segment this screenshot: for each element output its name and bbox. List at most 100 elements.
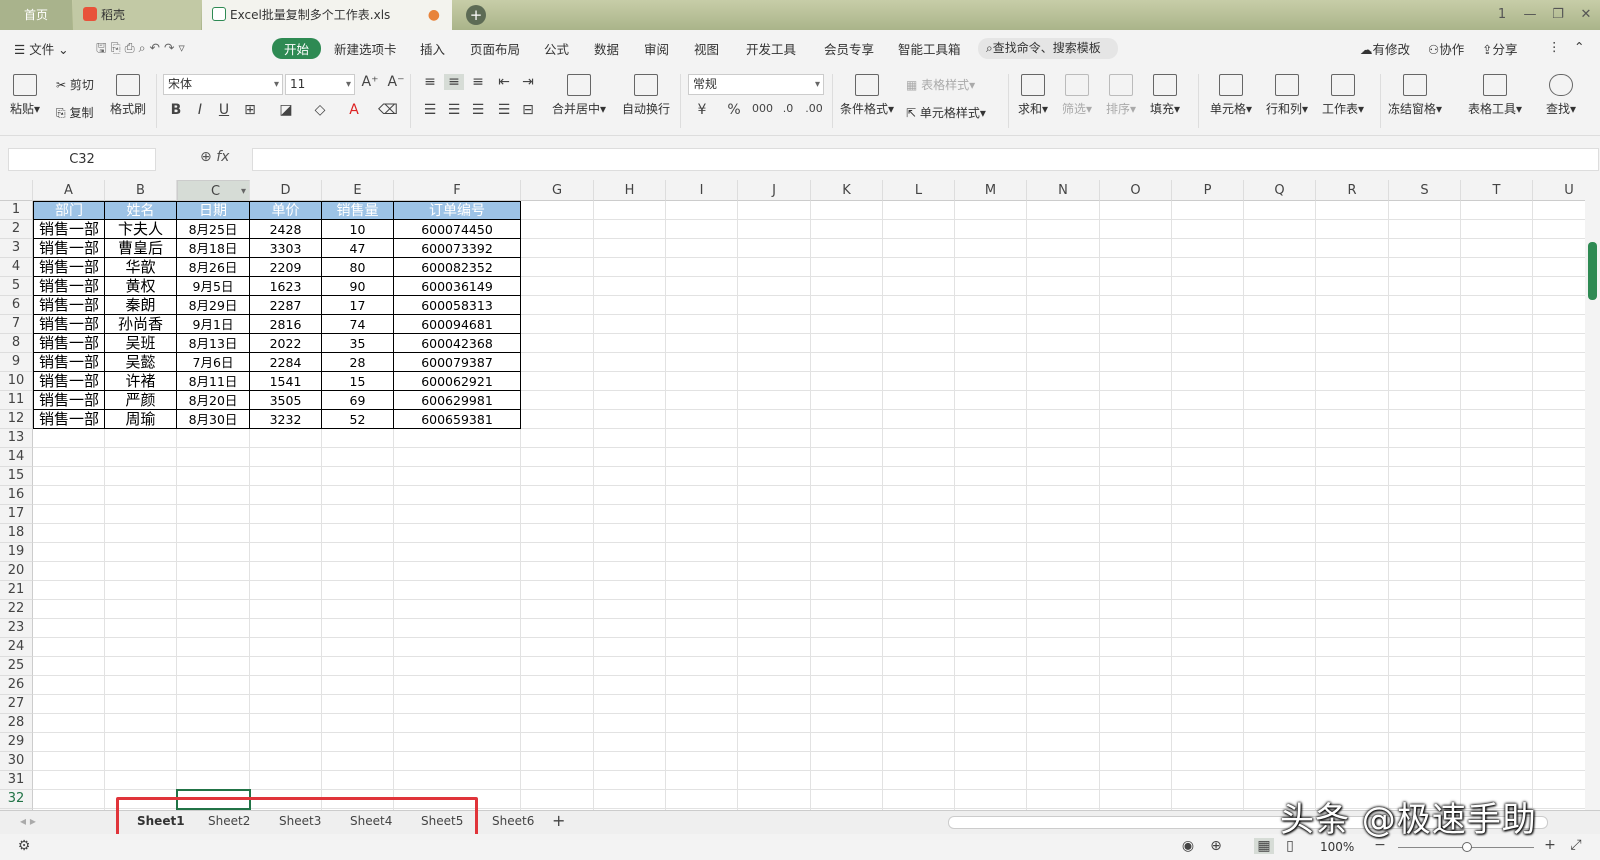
collapse-ribbon-icon[interactable]: ⌃ [1574, 39, 1584, 54]
vertical-scrollbar[interactable] [1585, 180, 1600, 810]
tab-document[interactable]: Excel批量复制多个工作表.xls ● [202, 0, 452, 30]
table-cell[interactable]: 卞夫人 [105, 220, 177, 239]
table-cell[interactable]: 600074450 [394, 220, 521, 239]
row-header-29[interactable]: 29 [0, 733, 33, 752]
new-tab-button[interactable]: + [466, 5, 486, 25]
table-cell[interactable]: 曹皇后 [105, 239, 177, 258]
table-cell[interactable]: 3505 [250, 391, 322, 410]
zoom-in-icon[interactable]: + [1540, 837, 1560, 853]
row-header-25[interactable]: 25 [0, 657, 33, 676]
table-cell[interactable]: 严颜 [105, 391, 177, 410]
column-header-N[interactable]: N [1027, 180, 1100, 201]
align-middle-icon[interactable]: ≡ [444, 74, 464, 90]
menu-tab-member[interactable]: 会员专享 [824, 39, 874, 58]
table-cell[interactable]: 47 [322, 239, 394, 258]
table-cell[interactable]: 2428 [250, 220, 322, 239]
column-header-R[interactable]: R [1316, 180, 1389, 201]
table-cell[interactable]: 华歆 [105, 258, 177, 277]
cells-button[interactable]: 单元格▾ [1210, 74, 1252, 117]
tab-home[interactable]: 首页 [0, 0, 72, 30]
table-header-cell[interactable]: 销售量 [322, 201, 394, 220]
table-cell[interactable]: 8月20日 [177, 391, 250, 410]
menu-tab-view[interactable]: 视图 [694, 39, 719, 58]
table-cell[interactable]: 销售一部 [33, 372, 105, 391]
currency-icon[interactable]: ¥ [692, 102, 712, 118]
table-cell[interactable]: 74 [322, 315, 394, 334]
table-cell[interactable]: 销售一部 [33, 296, 105, 315]
table-cell[interactable]: 600036149 [394, 277, 521, 296]
table-cell[interactable]: 2287 [250, 296, 322, 315]
zoom-slider-thumb[interactable] [1462, 842, 1472, 852]
border-icon[interactable]: ⊞ [240, 102, 260, 118]
table-cell[interactable]: 8月26日 [177, 258, 250, 277]
find-button[interactable]: 查找▾ [1546, 74, 1576, 117]
row-header-26[interactable]: 26 [0, 676, 33, 695]
restore-button[interactable]: ❐ [1544, 0, 1572, 30]
font-color-icon[interactable]: A [344, 102, 364, 118]
quick-access-icons[interactable]: 🖫 ⎘ ⎙ ⌕ ↶ ↷ ▿ [96, 39, 185, 60]
table-cell[interactable]: 吴班 [105, 334, 177, 353]
column-header-M[interactable]: M [955, 180, 1027, 201]
table-header-cell[interactable]: 日期 [177, 201, 250, 220]
font-name-select[interactable]: 宋体 [163, 74, 283, 95]
row-header-23[interactable]: 23 [0, 619, 33, 638]
menu-tab-page-layout[interactable]: 页面布局 [470, 39, 520, 58]
column-header-T[interactable]: T [1461, 180, 1533, 201]
sort-button[interactable]: 排序▾ [1106, 74, 1136, 117]
fill-button[interactable]: 填充▾ [1150, 74, 1180, 117]
table-cell[interactable]: 吴懿 [105, 353, 177, 372]
file-menu[interactable]: ☰ 文件 ⌄ [14, 39, 69, 58]
table-tools-button[interactable]: 表格工具▾ [1468, 74, 1522, 117]
table-cell[interactable]: 600659381 [394, 410, 521, 429]
row-header-12[interactable]: 12 [0, 410, 33, 429]
merge-center-button[interactable]: 合并居中▾ [552, 74, 606, 117]
close-button[interactable]: ✕ [1572, 0, 1600, 30]
row-header-9[interactable]: 9 [0, 353, 33, 372]
indent-decrease-icon[interactable]: ⇤ [494, 74, 514, 90]
menu-tab-smart-tools[interactable]: 智能工具箱 [898, 39, 961, 58]
zoom-formula-icon[interactable]: ⊕ [200, 149, 212, 165]
menu-tab-home[interactable]: 开始 [272, 38, 322, 59]
filter-button[interactable]: 筛选▾ [1062, 74, 1092, 117]
table-cell[interactable]: 销售一部 [33, 410, 105, 429]
row-header-2[interactable]: 2 [0, 220, 33, 239]
row-header-24[interactable]: 24 [0, 638, 33, 657]
table-cell[interactable]: 35 [322, 334, 394, 353]
table-cell[interactable]: 黄权 [105, 277, 177, 296]
table-cell[interactable]: 3232 [250, 410, 322, 429]
table-cell[interactable]: 周瑜 [105, 410, 177, 429]
column-header-H[interactable]: H [594, 180, 666, 201]
table-cell[interactable]: 9月5日 [177, 277, 250, 296]
row-header-6[interactable]: 6 [0, 296, 33, 315]
table-cell[interactable]: 600042368 [394, 334, 521, 353]
freeze-panes-button[interactable]: 冻结窗格▾ [1388, 74, 1442, 117]
cut-button[interactable]: ✂ 剪切 [56, 76, 94, 93]
table-cell[interactable]: 2022 [250, 334, 322, 353]
menu-tab-review[interactable]: 审阅 [644, 39, 669, 58]
number-format-select[interactable]: 常规 [688, 74, 824, 95]
zoom-level[interactable]: 100% [1320, 840, 1354, 854]
table-header-cell[interactable]: 姓名 [105, 201, 177, 220]
column-header-Q[interactable]: Q [1244, 180, 1316, 201]
align-top-icon[interactable]: ≡ [420, 74, 440, 90]
table-cell[interactable]: 1541 [250, 372, 322, 391]
decrease-font-icon[interactable]: A⁻ [386, 74, 406, 90]
column-header-G[interactable]: G [521, 180, 594, 201]
row-header-17[interactable]: 17 [0, 505, 33, 524]
increase-decimal-icon[interactable]: .0 [778, 102, 798, 115]
row-header-16[interactable]: 16 [0, 486, 33, 505]
italic-icon[interactable]: I [190, 102, 210, 118]
copy-button[interactable]: ⎘ 复制 [56, 104, 93, 121]
table-cell[interactable]: 600062921 [394, 372, 521, 391]
command-search[interactable]: ⌕查找命令、搜索模板 [978, 38, 1118, 59]
row-header-8[interactable]: 8 [0, 334, 33, 353]
column-header-A[interactable]: A [33, 180, 105, 201]
tab-docer[interactable]: 稻壳 [73, 0, 201, 30]
thousands-icon[interactable]: 000 [752, 102, 773, 115]
table-cell[interactable]: 销售一部 [33, 258, 105, 277]
table-cell[interactable]: 8月30日 [177, 410, 250, 429]
row-header-7[interactable]: 7 [0, 315, 33, 334]
increase-font-icon[interactable]: A⁺ [360, 74, 380, 90]
table-header-cell[interactable]: 订单编号 [394, 201, 521, 220]
menu-tab-insert[interactable]: 插入 [420, 39, 445, 58]
